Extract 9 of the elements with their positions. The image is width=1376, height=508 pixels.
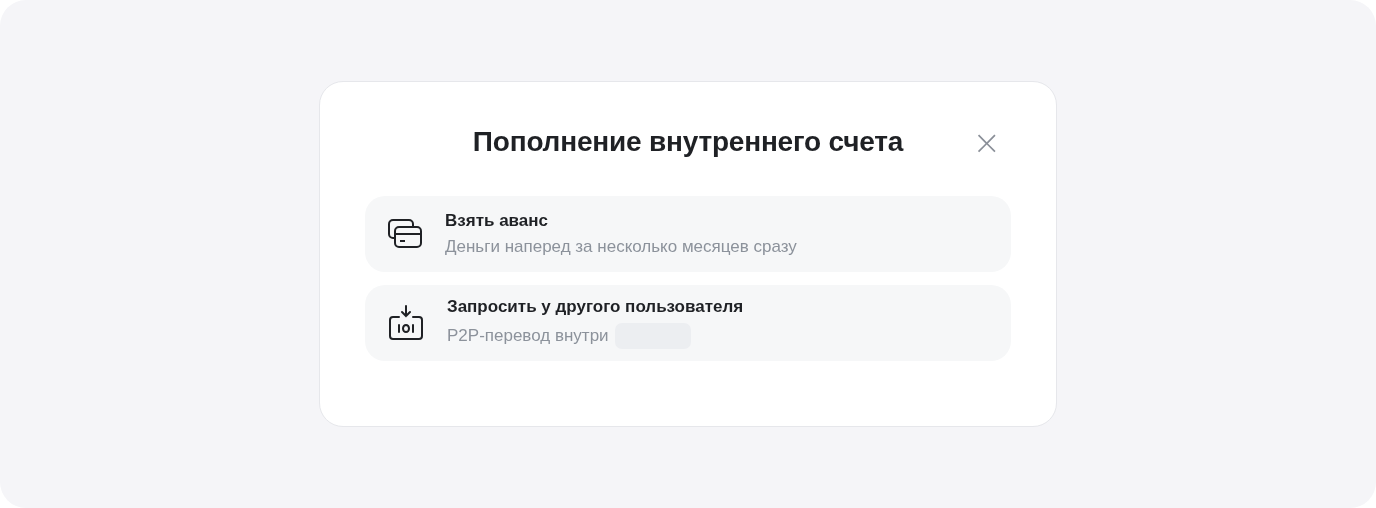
cards-icon <box>387 218 423 250</box>
option-subtitle: Деньги наперед за несколько месяцев сразу <box>445 237 797 257</box>
option-title: Запросить у другого пользователя <box>447 297 744 317</box>
option-subtitle: P2P-перевод внутри <box>447 326 609 346</box>
download-tray-icon <box>387 304 425 342</box>
option-item[interactable]: Взять аванс Деньги наперед за несколько месяцев сразу <box>365 196 1011 272</box>
option-item[interactable]: Запросить у другого пользователя P2P-перевод внутри <box>365 285 1011 361</box>
option-title: Взять аванс <box>445 211 549 231</box>
dialog-title: Пополнение внутреннего счета <box>472 126 904 158</box>
